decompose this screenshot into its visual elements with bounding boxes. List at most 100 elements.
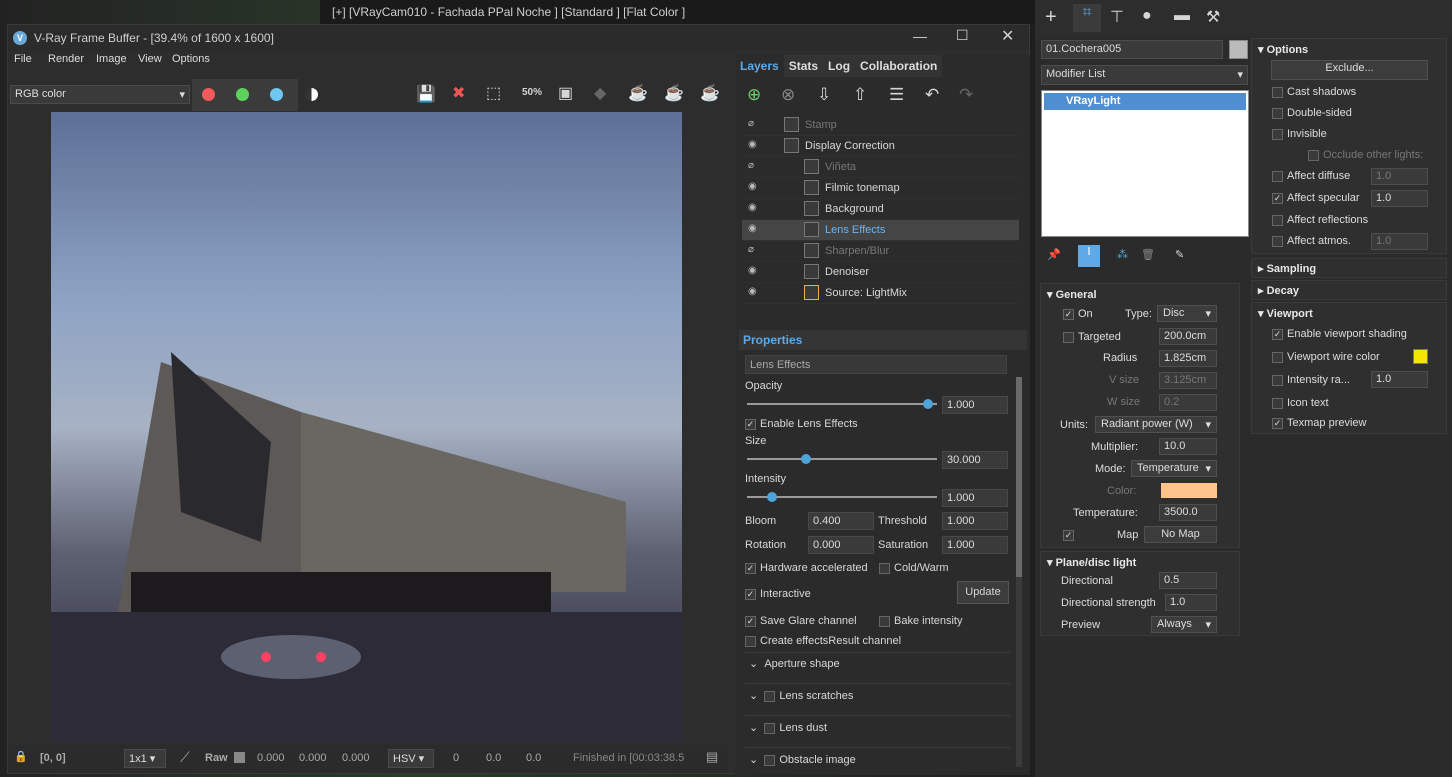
eye-icon[interactable]: ◉	[748, 139, 760, 150]
render-teapot-icon[interactable]: ☕	[628, 83, 648, 103]
temperature-field[interactable]: 3500.0	[1159, 504, 1217, 521]
viewport-title[interactable]: ▾ Viewport	[1258, 307, 1313, 320]
stop-teapot-icon[interactable]: ☕	[700, 83, 720, 103]
mode-dropdown[interactable]: Temperature ▾	[1131, 460, 1217, 477]
obstacle-image-section[interactable]: ⌄ Obstacle image	[749, 753, 856, 766]
minimize-icon[interactable]: —	[913, 28, 927, 44]
vsize-field[interactable]: 3.125cm	[1159, 372, 1217, 389]
tab-collaboration[interactable]: Collaboration	[855, 55, 943, 77]
delete-layer-icon[interactable]: ⊗	[781, 85, 795, 105]
size-knob[interactable]	[801, 454, 811, 464]
map-button[interactable]: No Map	[1144, 526, 1217, 543]
targeted-checkbox[interactable]: Targeted	[1063, 331, 1121, 343]
eye-icon[interactable]: ◉	[748, 265, 760, 276]
show-end-icon[interactable]: Ⅰ	[1078, 245, 1100, 267]
enable-shading-checkbox[interactable]: ✓ Enable viewport shading	[1272, 328, 1407, 340]
tab-layers[interactable]: Layers	[735, 55, 784, 77]
log-icon[interactable]: ▤	[706, 749, 718, 765]
save-icon[interactable]: 💾	[416, 84, 436, 104]
red-channel-icon[interactable]	[202, 88, 215, 101]
eye-icon[interactable]: ◉	[748, 202, 760, 213]
layer-display-correction[interactable]: ◉ Display Correction	[742, 136, 1019, 157]
tab-log[interactable]: Log	[823, 55, 856, 77]
layer-lens-effects[interactable]: ◉ Lens Effects	[742, 220, 1019, 241]
intensity-ra-field[interactable]: 1.0	[1371, 371, 1428, 388]
modify-tab-icon[interactable]: ⌗	[1073, 4, 1101, 32]
layer-stamp[interactable]: ⌀ Stamp	[742, 115, 1019, 136]
add-layer-icon[interactable]: ⊕	[747, 85, 761, 105]
clear-image-icon[interactable]: ✖	[452, 83, 465, 103]
menu-image[interactable]: Image	[96, 53, 127, 65]
maximize-icon[interactable]: ☐	[956, 27, 969, 44]
modifier-list-dropdown[interactable]: Modifier List ▾	[1041, 65, 1248, 85]
curve-icon[interactable]: ⟋	[180, 749, 190, 766]
intensity-ra-checkbox[interactable]: Intensity ra...	[1272, 374, 1350, 386]
pin-icon[interactable]: 📌	[1047, 248, 1061, 261]
menu-render[interactable]: Render	[48, 53, 84, 65]
rotation-field[interactable]: 0.000	[808, 536, 874, 554]
object-name-field[interactable]: 01.Cochera005	[1041, 40, 1223, 59]
blue-channel-icon[interactable]	[270, 88, 283, 101]
save-layers-icon[interactable]: ⇩	[817, 85, 831, 105]
saturation-field[interactable]: 1.000	[942, 536, 1008, 554]
bake-intensity-checkbox[interactable]: Bake intensity	[879, 615, 962, 627]
region-select-icon[interactable]: ⬚	[486, 83, 501, 103]
layer-denoiser[interactable]: ◉ Denoiser	[742, 262, 1019, 283]
units-dropdown[interactable]: Radiant power (W) ▾	[1095, 416, 1217, 433]
zoom-50-icon[interactable]: 50%	[522, 87, 542, 98]
layer-filmic-tonemap[interactable]: ◉ Filmic tonemap	[742, 178, 1019, 199]
eye-hidden-icon[interactable]: ⌀	[748, 160, 760, 171]
stack-item-vraylight[interactable]: VRayLight	[1044, 93, 1246, 110]
enable-lens-checkbox[interactable]: ✓ Enable Lens Effects	[745, 418, 858, 430]
tab-stats[interactable]: Stats	[783, 55, 824, 77]
preview-dropdown[interactable]: Always ▾	[1151, 616, 1217, 633]
double-sided-checkbox[interactable]: Double-sided	[1272, 107, 1352, 119]
eye-icon[interactable]: ◉	[748, 223, 760, 234]
affect-specular-field[interactable]: 1.0	[1371, 190, 1428, 207]
hierarchy-tab-icon[interactable]: ⊤	[1110, 7, 1124, 27]
undo-icon[interactable]: ↶	[925, 85, 939, 105]
eye-hidden-icon[interactable]: ⌀	[748, 244, 760, 255]
channel-select[interactable]: RGB color ▾	[10, 85, 190, 104]
aperture-shape-section[interactable]: ⌄ Aperture shape	[749, 657, 840, 670]
motion-tab-icon[interactable]: ●	[1142, 7, 1152, 25]
opacity-slider[interactable]	[747, 399, 937, 409]
targeted-field[interactable]: 200.0cm	[1159, 328, 1217, 345]
affect-diffuse-checkbox[interactable]: Affect diffuse	[1272, 170, 1350, 182]
map-checkbox[interactable]: ✓	[1063, 529, 1078, 541]
menu-options[interactable]: Options	[172, 53, 210, 65]
wsize-field[interactable]: 0.2	[1159, 394, 1217, 411]
load-layers-icon[interactable]: ⇧	[853, 85, 867, 105]
options-title[interactable]: ▾ Options	[1258, 43, 1308, 56]
intensity-field[interactable]: 1.000	[942, 489, 1008, 507]
type-dropdown[interactable]: Disc ▾	[1157, 305, 1217, 322]
affect-reflections-checkbox[interactable]: Affect reflections	[1272, 214, 1368, 226]
hw-accel-checkbox[interactable]: ✓ Hardware accelerated	[745, 562, 868, 574]
create-tab-icon[interactable]: +	[1045, 6, 1057, 29]
create-effects-checkbox[interactable]: Create effectsResult channel	[745, 635, 901, 647]
affect-specular-checkbox[interactable]: ✓ Affect specular	[1272, 192, 1360, 204]
properties-scrollbar[interactable]	[1016, 377, 1022, 767]
plane-title[interactable]: ▾ Plane/disc light	[1047, 556, 1136, 569]
dir-strength-field[interactable]: 1.0	[1165, 594, 1217, 611]
exclude-button[interactable]: Exclude...	[1271, 60, 1428, 80]
save-glare-checkbox[interactable]: ✓ Save Glare channel	[745, 615, 857, 627]
general-title[interactable]: ▾ General	[1047, 288, 1097, 301]
remove-modifier-icon[interactable]: 🗑	[1141, 248, 1155, 261]
ratio-select[interactable]: 1x1 ▾	[124, 749, 166, 768]
on-checkbox[interactable]: ✓ On	[1063, 308, 1093, 320]
display-tab-icon[interactable]: ▬	[1174, 7, 1190, 25]
close-icon[interactable]: ✕	[1001, 26, 1014, 46]
opacity-knob[interactable]	[923, 399, 933, 409]
lock-icon[interactable]: ◆	[594, 83, 606, 103]
layer-sharpen-blur[interactable]: ⌀ Sharpen/Blur	[742, 241, 1019, 262]
affect-atmos-field[interactable]: 1.0	[1371, 233, 1428, 250]
layer-source-lightmix[interactable]: ◉ Source: LightMix	[742, 283, 1019, 304]
wire-color-swatch[interactable]	[1413, 349, 1428, 364]
opacity-field[interactable]: 1.000	[942, 396, 1008, 414]
object-color-swatch[interactable]	[1229, 40, 1248, 59]
icon-text-checkbox[interactable]: Icon text	[1272, 397, 1329, 409]
green-channel-icon[interactable]	[236, 88, 249, 101]
intensity-knob[interactable]	[767, 492, 777, 502]
multiplier-field[interactable]: 10.0	[1159, 438, 1217, 455]
